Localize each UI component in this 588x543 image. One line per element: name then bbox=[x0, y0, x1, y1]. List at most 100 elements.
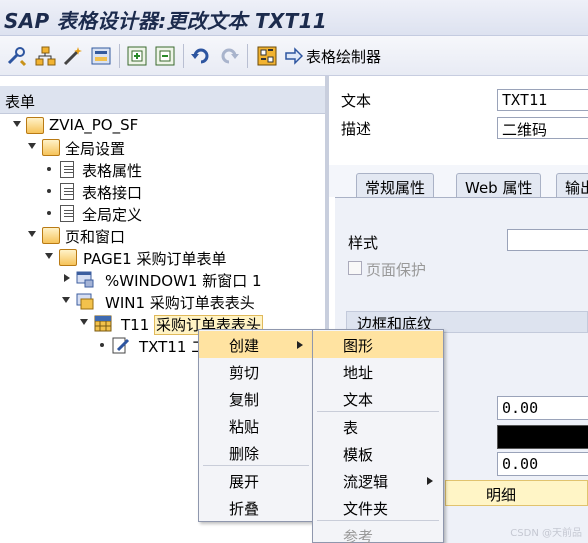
submenu-item-graphic[interactable]: 图形 bbox=[313, 331, 443, 358]
menu-item-delete[interactable]: 删除 bbox=[199, 439, 313, 466]
document-icon bbox=[60, 205, 74, 222]
arrow-right-icon[interactable] bbox=[285, 45, 303, 67]
tree-node-root[interactable]: ZVIA_PO_SF bbox=[0, 115, 325, 137]
form-painter-button[interactable]: 表格绘制器 bbox=[306, 46, 381, 67]
text-edit-icon bbox=[112, 337, 130, 354]
expand-arrow-icon[interactable] bbox=[64, 274, 70, 282]
tree-node-window1[interactable]: %WINDOW1 新窗口 1 bbox=[0, 269, 325, 291]
style-field[interactable] bbox=[507, 229, 588, 251]
collapse-arrow-icon[interactable] bbox=[13, 121, 21, 127]
tree-node-form-interface[interactable]: 表格接口 bbox=[0, 181, 325, 203]
menu-separator bbox=[317, 520, 439, 521]
toolbar-separator bbox=[119, 44, 120, 68]
magic-wand-icon[interactable] bbox=[62, 45, 84, 67]
text-label: 文本 bbox=[341, 92, 372, 110]
description-field[interactable]: 二维码 bbox=[497, 117, 588, 139]
tree-node-global-settings[interactable]: 全局设置 bbox=[0, 137, 325, 159]
menu-item-copy[interactable]: 复制 bbox=[199, 385, 313, 412]
page-protection-checkbox[interactable] bbox=[348, 261, 362, 275]
menu-separator bbox=[203, 465, 309, 466]
tree-node-page1[interactable]: PAGE1 采购订单表单 bbox=[0, 247, 325, 269]
submenu-item-table[interactable]: 表 bbox=[313, 413, 443, 440]
collapse-arrow-icon[interactable] bbox=[45, 253, 53, 259]
window-title: SAP 表格设计器:更改文本 TXT11 bbox=[4, 9, 328, 33]
menu-item-collapse[interactable]: 折叠 bbox=[199, 494, 313, 521]
layout-icon[interactable] bbox=[90, 45, 112, 67]
submenu-item-template[interactable]: 模板 bbox=[313, 440, 443, 467]
submenu-item-address[interactable]: 地址 bbox=[313, 358, 443, 385]
hierarchy-icon[interactable] bbox=[34, 45, 56, 67]
undo-icon[interactable] bbox=[190, 45, 212, 67]
menu-item-cut[interactable]: 剪切 bbox=[199, 358, 313, 385]
collapse-arrow-icon[interactable] bbox=[80, 319, 88, 325]
color-field[interactable] bbox=[497, 425, 588, 449]
tree-node-label: TXT11 二 bbox=[139, 338, 207, 356]
submenu-item-reference: 参考 bbox=[343, 528, 374, 543]
tree-node-label: PAGE1 采购订单表单 bbox=[83, 250, 227, 268]
window-icon bbox=[76, 293, 94, 310]
submenu-item-folder[interactable]: 文件夹 bbox=[313, 494, 443, 521]
folder-open-icon bbox=[42, 139, 60, 156]
toolbar-separator bbox=[247, 44, 248, 68]
delete-window-icon[interactable] bbox=[154, 45, 176, 67]
tree-node-label: ZVIA_PO_SF bbox=[49, 116, 139, 134]
description-label: 描述 bbox=[341, 120, 372, 138]
tree-node-form-attributes[interactable]: 表格属性 bbox=[0, 159, 325, 181]
menu-item-paste[interactable]: 粘贴 bbox=[199, 412, 313, 439]
window-icon bbox=[76, 271, 94, 288]
menu-item-label: 流逻辑 bbox=[343, 473, 389, 491]
page-protection-label: 页面保护 bbox=[366, 261, 427, 279]
folder-open-icon bbox=[26, 117, 44, 134]
collapse-arrow-icon[interactable] bbox=[28, 231, 36, 237]
document-icon bbox=[60, 161, 74, 178]
tree-node-win1[interactable]: WIN1 采购订单表表头 bbox=[0, 291, 325, 313]
folder-open-icon bbox=[42, 227, 60, 244]
tab-output[interactable]: 输出 bbox=[556, 173, 588, 198]
tree-node-label: 表格接口 bbox=[82, 184, 143, 202]
leaf-bullet-icon bbox=[47, 189, 51, 193]
menu-separator bbox=[317, 411, 439, 412]
tree-node-name: T11 bbox=[121, 316, 150, 334]
intensity-field[interactable]: 0.00 bbox=[497, 452, 588, 476]
tree-node-label: WIN1 采购订单表表头 bbox=[105, 294, 255, 312]
tree-node-label: 全局定义 bbox=[82, 206, 143, 224]
title-bar: SAP 表格设计器:更改文本 TXT11 bbox=[0, 0, 588, 36]
tree-node-label: %WINDOW1 新窗口 1 bbox=[105, 272, 262, 290]
submenu-arrow-icon bbox=[427, 477, 433, 485]
tree-node-label: 全局设置 bbox=[65, 140, 126, 158]
create-submenu: 图形 地址 文本 表 模板 流逻辑 文件夹 参考 bbox=[312, 329, 444, 543]
text-name-field[interactable]: TXT11 bbox=[497, 89, 588, 111]
tools-icon[interactable] bbox=[6, 45, 28, 67]
tree-header: 表单 bbox=[0, 86, 325, 114]
submenu-arrow-icon bbox=[297, 341, 303, 349]
table-icon bbox=[94, 315, 112, 332]
submenu-item-flow-logic[interactable]: 流逻辑 bbox=[313, 467, 443, 494]
document-icon bbox=[60, 183, 74, 200]
detail-button[interactable]: 明细 bbox=[445, 480, 588, 506]
width-field[interactable]: 0.00 bbox=[497, 396, 588, 420]
application-toolbar: 表格绘制器 bbox=[0, 36, 588, 76]
leaf-bullet-icon bbox=[47, 211, 51, 215]
tree-node-label: 表格属性 bbox=[82, 162, 143, 180]
toolbar-separator bbox=[183, 44, 184, 68]
tree-node-pages-windows[interactable]: 页和窗口 bbox=[0, 225, 325, 247]
insert-window-icon[interactable] bbox=[126, 45, 148, 67]
tree-node-label: 页和窗口 bbox=[65, 228, 126, 246]
collapse-arrow-icon[interactable] bbox=[28, 143, 36, 149]
menu-item-label: 创建 bbox=[229, 337, 260, 355]
watermark: CSDN @天前品 bbox=[510, 528, 582, 539]
menu-item-create[interactable]: 创建 bbox=[199, 331, 313, 358]
folder-open-icon bbox=[59, 249, 77, 266]
tab-web-attributes[interactable]: Web 属性 bbox=[456, 173, 542, 198]
style-label: 样式 bbox=[348, 234, 379, 252]
leaf-bullet-icon bbox=[47, 167, 51, 171]
tree-node-global-definitions[interactable]: 全局定义 bbox=[0, 203, 325, 225]
menu-item-expand[interactable]: 展开 bbox=[199, 467, 313, 494]
collapse-arrow-icon[interactable] bbox=[62, 297, 70, 303]
context-menu: 创建 剪切 复制 粘贴 删除 展开 折叠 bbox=[198, 329, 314, 522]
tab-general-attributes[interactable]: 常规属性 bbox=[356, 173, 435, 198]
submenu-item-text[interactable]: 文本 bbox=[313, 385, 443, 412]
form-check-icon[interactable] bbox=[256, 45, 278, 67]
leaf-bullet-icon bbox=[100, 343, 104, 347]
redo-icon[interactable] bbox=[218, 45, 240, 67]
